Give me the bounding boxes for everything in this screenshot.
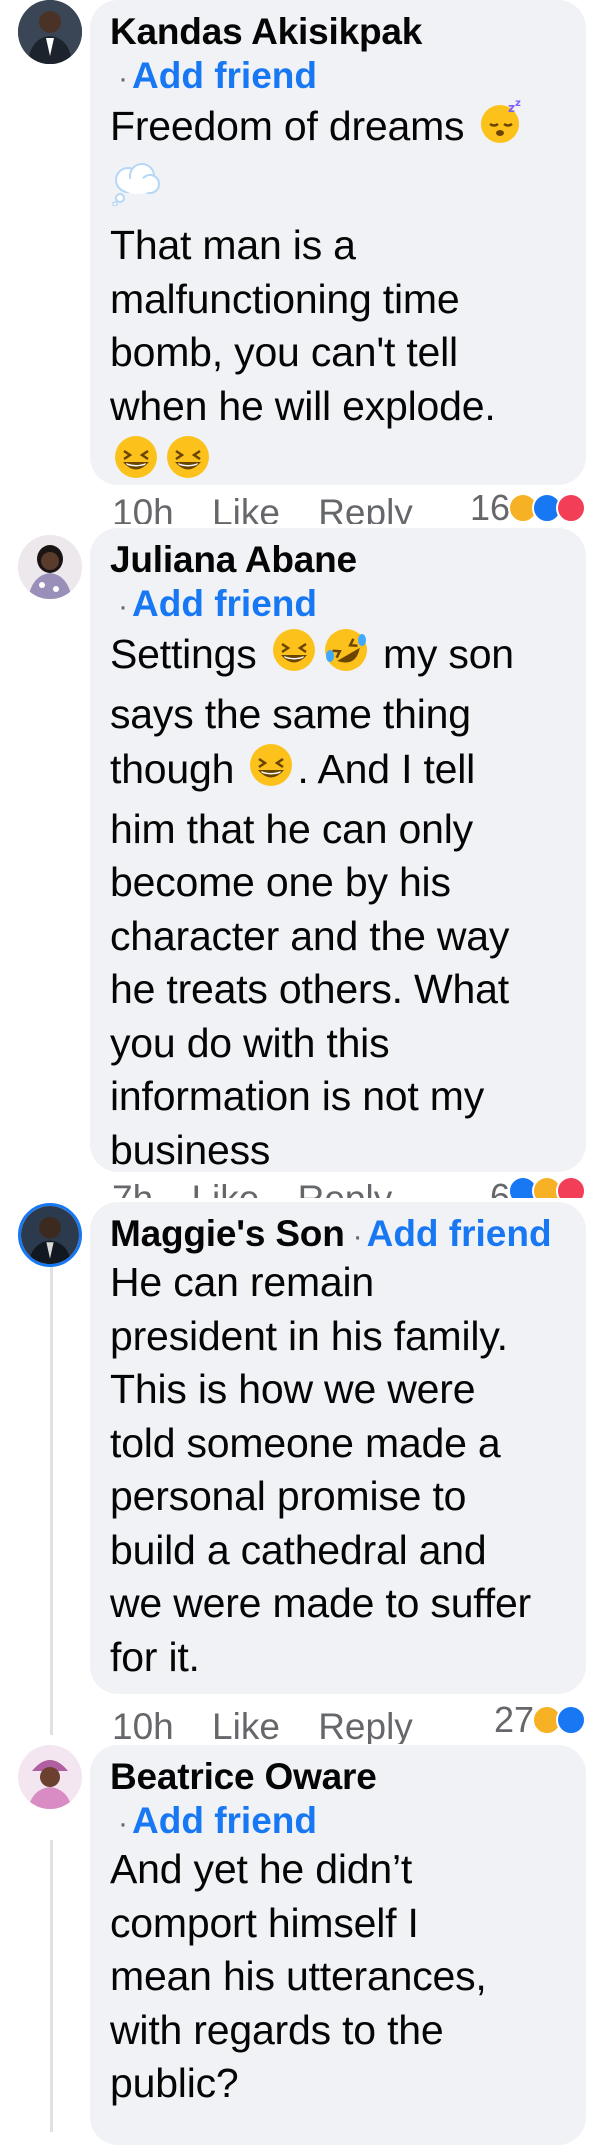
sleeping-face-emoji: zz (478, 98, 526, 160)
avatar[interactable] (18, 1745, 82, 1809)
svg-text:z: z (515, 98, 521, 109)
separator: · (118, 590, 128, 623)
avatar[interactable] (18, 0, 82, 64)
rolling-on-floor-laughing-emoji (322, 626, 370, 688)
reply-button[interactable]: Reply (298, 1178, 393, 1198)
comment-text: Settings my son says the same thing thou… (110, 626, 566, 1177)
reaction-summary[interactable]: 6 (490, 1176, 586, 1198)
thread-line (50, 1265, 53, 1735)
reaction-count: 6 (489, 1176, 510, 1198)
comment-text: He can remain president in his family. T… (110, 1259, 531, 1680)
like-button[interactable]: Like (191, 1178, 259, 1198)
comment-actions: 10h Like Reply (112, 492, 441, 524)
like-reaction-icon (556, 1705, 586, 1735)
reaction-count: 16 (469, 488, 510, 528)
add-friend-link[interactable]: Add friend (132, 55, 317, 96)
timestamp: 10h (112, 492, 174, 524)
add-friend-link[interactable]: Add friend (367, 1213, 552, 1254)
comment-bubble: Kandas Akisikpak · Add friend Freedom of … (90, 0, 586, 485)
thought-balloon-emoji (112, 162, 162, 220)
reaction-summary[interactable]: 27 (494, 1700, 586, 1740)
comment-actions: 7h Like Reply (112, 1178, 420, 1198)
reply-button[interactable]: Reply (318, 492, 413, 524)
separator: · (118, 62, 128, 95)
author-name[interactable]: Beatrice Oware (110, 1755, 566, 1799)
reaction-count: 27 (493, 1700, 534, 1740)
love-reaction-icon (556, 1176, 586, 1198)
reaction-summary[interactable]: 16 (470, 488, 586, 528)
separator: · (352, 1220, 363, 1253)
grinning-squinting-face-emoji (164, 433, 212, 495)
comment-bubble: Maggie's Son · Add friend He can remain pr… (90, 1202, 586, 1694)
comment-bubble: Juliana Abane · Add friend Settings my so… (90, 528, 586, 1173)
timestamp: 10h (112, 1706, 174, 1744)
grinning-squinting-face-emoji (247, 741, 295, 803)
comment-bubble: Beatrice Oware · Add friend And yet he di… (90, 1745, 586, 2145)
author-name[interactable]: Kandas Akisikpak (110, 10, 566, 54)
grinning-squinting-face-emoji (270, 626, 318, 688)
author-name[interactable]: Juliana Abane (110, 538, 566, 582)
comment-actions: 10h Like Reply (112, 1706, 441, 1744)
like-button[interactable]: Like (212, 492, 280, 524)
add-friend-link[interactable]: Add friend (132, 1800, 317, 1841)
thread-line (50, 1840, 53, 2132)
separator: · (118, 1807, 128, 1840)
avatar[interactable] (18, 535, 82, 599)
avatar[interactable] (18, 1203, 82, 1267)
love-reaction-icon (556, 493, 586, 523)
comment-text: And yet he didn’t comport himself I mean… (110, 1846, 487, 2106)
reply-button[interactable]: Reply (318, 1706, 413, 1744)
svg-text:z: z (508, 101, 515, 115)
timestamp: 7h (112, 1178, 153, 1198)
comment-text: Freedom of dreams zz That man is a malfu… (110, 98, 566, 495)
like-button[interactable]: Like (212, 1706, 280, 1744)
grinning-squinting-face-emoji (112, 433, 160, 495)
author-name[interactable]: Maggie's Son (110, 1213, 345, 1254)
add-friend-link[interactable]: Add friend (132, 583, 317, 624)
